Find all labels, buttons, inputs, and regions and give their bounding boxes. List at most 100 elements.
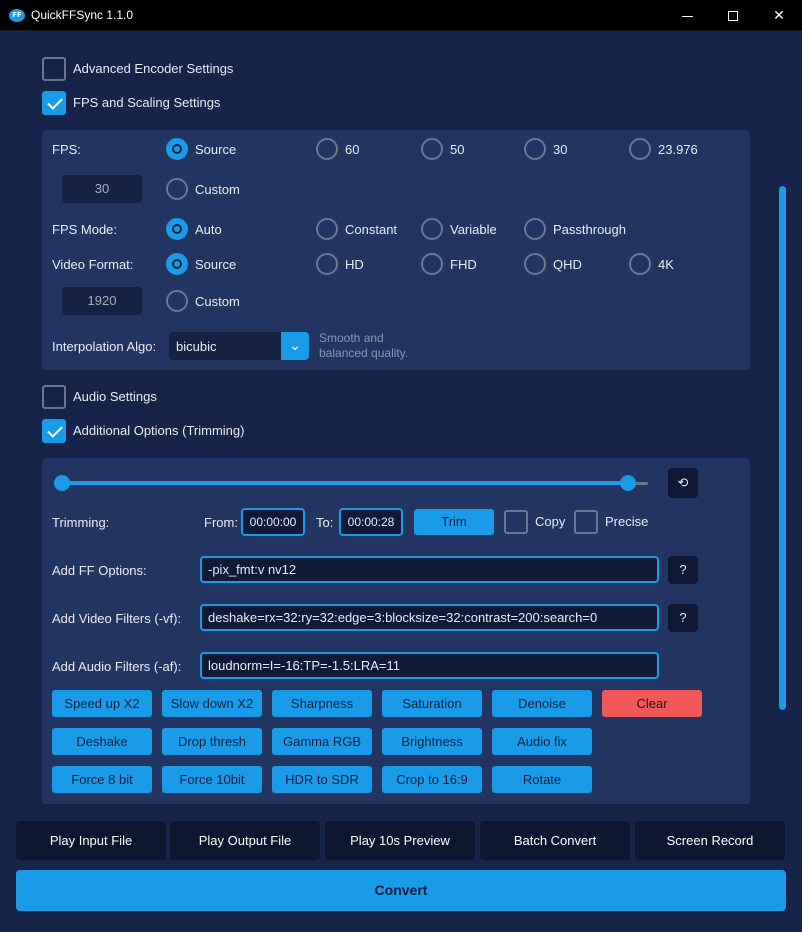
video-format-option-label: QHD bbox=[553, 257, 582, 272]
video-format-custom-label: Custom bbox=[195, 294, 240, 309]
video-format-option-label: Source bbox=[195, 257, 237, 272]
radio-icon bbox=[166, 290, 188, 312]
force-10bit-button[interactable]: Force 10bit bbox=[162, 766, 262, 793]
clear-button[interactable]: Clear bbox=[602, 690, 702, 717]
advanced-encoder-checkbox[interactable] bbox=[42, 57, 66, 81]
trim-to-input[interactable]: 00:00:28 bbox=[339, 508, 403, 536]
video-filters-label: Add Video Filters (-vf): bbox=[52, 611, 182, 626]
additional-options-checkbox[interactable] bbox=[42, 419, 66, 443]
fps-custom-input[interactable]: 30 bbox=[62, 175, 142, 203]
screen-record-button[interactable]: Screen Record bbox=[635, 821, 785, 860]
fps-mode-option-label: Auto bbox=[195, 222, 222, 237]
radio-selected-icon bbox=[166, 218, 188, 240]
slow-down-button[interactable]: Slow down X2 bbox=[162, 690, 262, 717]
audio-settings-label: Audio Settings bbox=[73, 389, 157, 404]
reset-range-icon[interactable]: ⟲ bbox=[668, 468, 698, 498]
radio-icon bbox=[524, 218, 546, 240]
video-filters-help-icon[interactable]: ? bbox=[668, 604, 698, 632]
batch-convert-button[interactable]: Batch Convert bbox=[480, 821, 630, 860]
radio-icon bbox=[316, 138, 338, 160]
radio-icon bbox=[421, 253, 443, 275]
fps-label: FPS: bbox=[52, 142, 81, 157]
play-input-button[interactable]: Play Input File bbox=[16, 821, 166, 860]
play-preview-button[interactable]: Play 10s Preview bbox=[325, 821, 475, 860]
fps-mode-label: FPS Mode: bbox=[52, 222, 118, 237]
force-8bit-button[interactable]: Force 8 bit bbox=[52, 766, 152, 793]
fps-option-label: 60 bbox=[345, 142, 360, 157]
trim-start-handle[interactable] bbox=[54, 475, 70, 491]
fps-option-label: 50 bbox=[450, 142, 465, 157]
interpolation-hint: Smooth and balanced quality. bbox=[319, 331, 408, 361]
radio-icon bbox=[629, 138, 651, 160]
denoise-button[interactable]: Denoise bbox=[492, 690, 592, 717]
radio-icon bbox=[421, 138, 443, 160]
convert-button[interactable]: Convert bbox=[16, 870, 786, 911]
trim-range-track[interactable] bbox=[62, 481, 628, 485]
audio-settings-checkbox[interactable] bbox=[42, 385, 66, 409]
audio-filters-input[interactable]: loudnorm=I=-16:TP=-1.5:LRA=11 bbox=[200, 652, 659, 679]
interpolation-hint-line: balanced quality. bbox=[319, 346, 409, 360]
fps-mode-option-label: Variable bbox=[450, 222, 497, 237]
video-format-option-label: FHD bbox=[450, 257, 477, 272]
title-bar: FF QuickFFSync 1.1.0 ✕ bbox=[0, 0, 802, 31]
play-output-button[interactable]: Play Output File bbox=[170, 821, 320, 860]
precise-checkbox[interactable] bbox=[574, 510, 598, 534]
minimize-icon[interactable] bbox=[664, 0, 710, 31]
advanced-encoder-label: Advanced Encoder Settings bbox=[73, 61, 234, 76]
copy-checkbox[interactable] bbox=[504, 510, 528, 534]
window-title: QuickFFSync 1.1.0 bbox=[31, 8, 134, 22]
radio-icon bbox=[524, 253, 546, 275]
radio-icon bbox=[316, 218, 338, 240]
video-format-option-label: HD bbox=[345, 257, 364, 272]
interpolation-label: Interpolation Algo: bbox=[52, 339, 157, 354]
fps-option-label: Source bbox=[195, 142, 237, 157]
fps-option-label: 23.976 bbox=[658, 142, 698, 157]
fps-scaling-checkbox[interactable] bbox=[42, 91, 66, 115]
ff-options-help-icon[interactable]: ? bbox=[668, 556, 698, 584]
video-format-custom-input[interactable]: 1920 bbox=[62, 287, 142, 315]
speed-up-button[interactable]: Speed up X2 bbox=[52, 690, 152, 717]
fps-mode-option-label: Passthrough bbox=[553, 222, 626, 237]
trim-to-label: To: bbox=[316, 515, 334, 530]
ff-options-input[interactable]: -pix_fmt:v nv12 bbox=[200, 556, 659, 583]
vertical-scrollbar[interactable] bbox=[779, 186, 786, 710]
copy-label: Copy bbox=[535, 514, 566, 529]
drop-thresh-button[interactable]: Drop thresh bbox=[162, 728, 262, 755]
interpolation-select[interactable]: bicubic ⌄ bbox=[169, 332, 309, 360]
deshake-button[interactable]: Deshake bbox=[52, 728, 152, 755]
fps-option-label: 30 bbox=[553, 142, 568, 157]
audio-fix-button[interactable]: Audio fix bbox=[492, 728, 592, 755]
precise-label: Precise bbox=[605, 514, 649, 529]
saturation-button[interactable]: Saturation bbox=[382, 690, 482, 717]
rotate-button[interactable]: Rotate bbox=[492, 766, 592, 793]
sharpness-button[interactable]: Sharpness bbox=[272, 690, 372, 717]
maximize-icon[interactable] bbox=[710, 0, 756, 31]
fps-custom-label: Custom bbox=[195, 182, 240, 197]
radio-icon bbox=[316, 253, 338, 275]
app-logo-icon: FF bbox=[9, 9, 25, 22]
gamma-rgb-button[interactable]: Gamma RGB bbox=[272, 728, 372, 755]
trim-from-label: From: bbox=[204, 515, 238, 530]
trim-button[interactable]: Trim bbox=[414, 509, 494, 535]
interpolation-value: bicubic bbox=[176, 339, 217, 354]
chevron-down-icon[interactable]: ⌄ bbox=[281, 332, 309, 360]
fps-mode-option-label: Constant bbox=[345, 222, 398, 237]
radio-selected-icon bbox=[166, 138, 188, 160]
interpolation-hint-line: Smooth and bbox=[319, 331, 384, 345]
close-icon[interactable]: ✕ bbox=[756, 0, 802, 31]
video-filters-input[interactable]: deshake=rx=32:ry=32:edge=3:blocksize=32:… bbox=[200, 604, 659, 631]
hdr-to-sdr-button[interactable]: HDR to SDR bbox=[272, 766, 372, 793]
trim-from-input[interactable]: 00:00:00 bbox=[241, 508, 305, 536]
radio-icon bbox=[421, 218, 443, 240]
ff-options-label: Add FF Options: bbox=[52, 563, 147, 578]
video-format-label: Video Format: bbox=[52, 257, 134, 272]
crop-16-9-button[interactable]: Crop to 16:9 bbox=[382, 766, 482, 793]
video-format-option-label: 4K bbox=[658, 257, 674, 272]
brightness-button[interactable]: Brightness bbox=[382, 728, 482, 755]
fps-scaling-label: FPS and Scaling Settings bbox=[73, 95, 221, 110]
radio-icon bbox=[629, 253, 651, 275]
radio-icon bbox=[524, 138, 546, 160]
trimming-label: Trimming: bbox=[52, 515, 110, 530]
trim-end-handle[interactable] bbox=[620, 475, 636, 491]
radio-icon bbox=[166, 178, 188, 200]
